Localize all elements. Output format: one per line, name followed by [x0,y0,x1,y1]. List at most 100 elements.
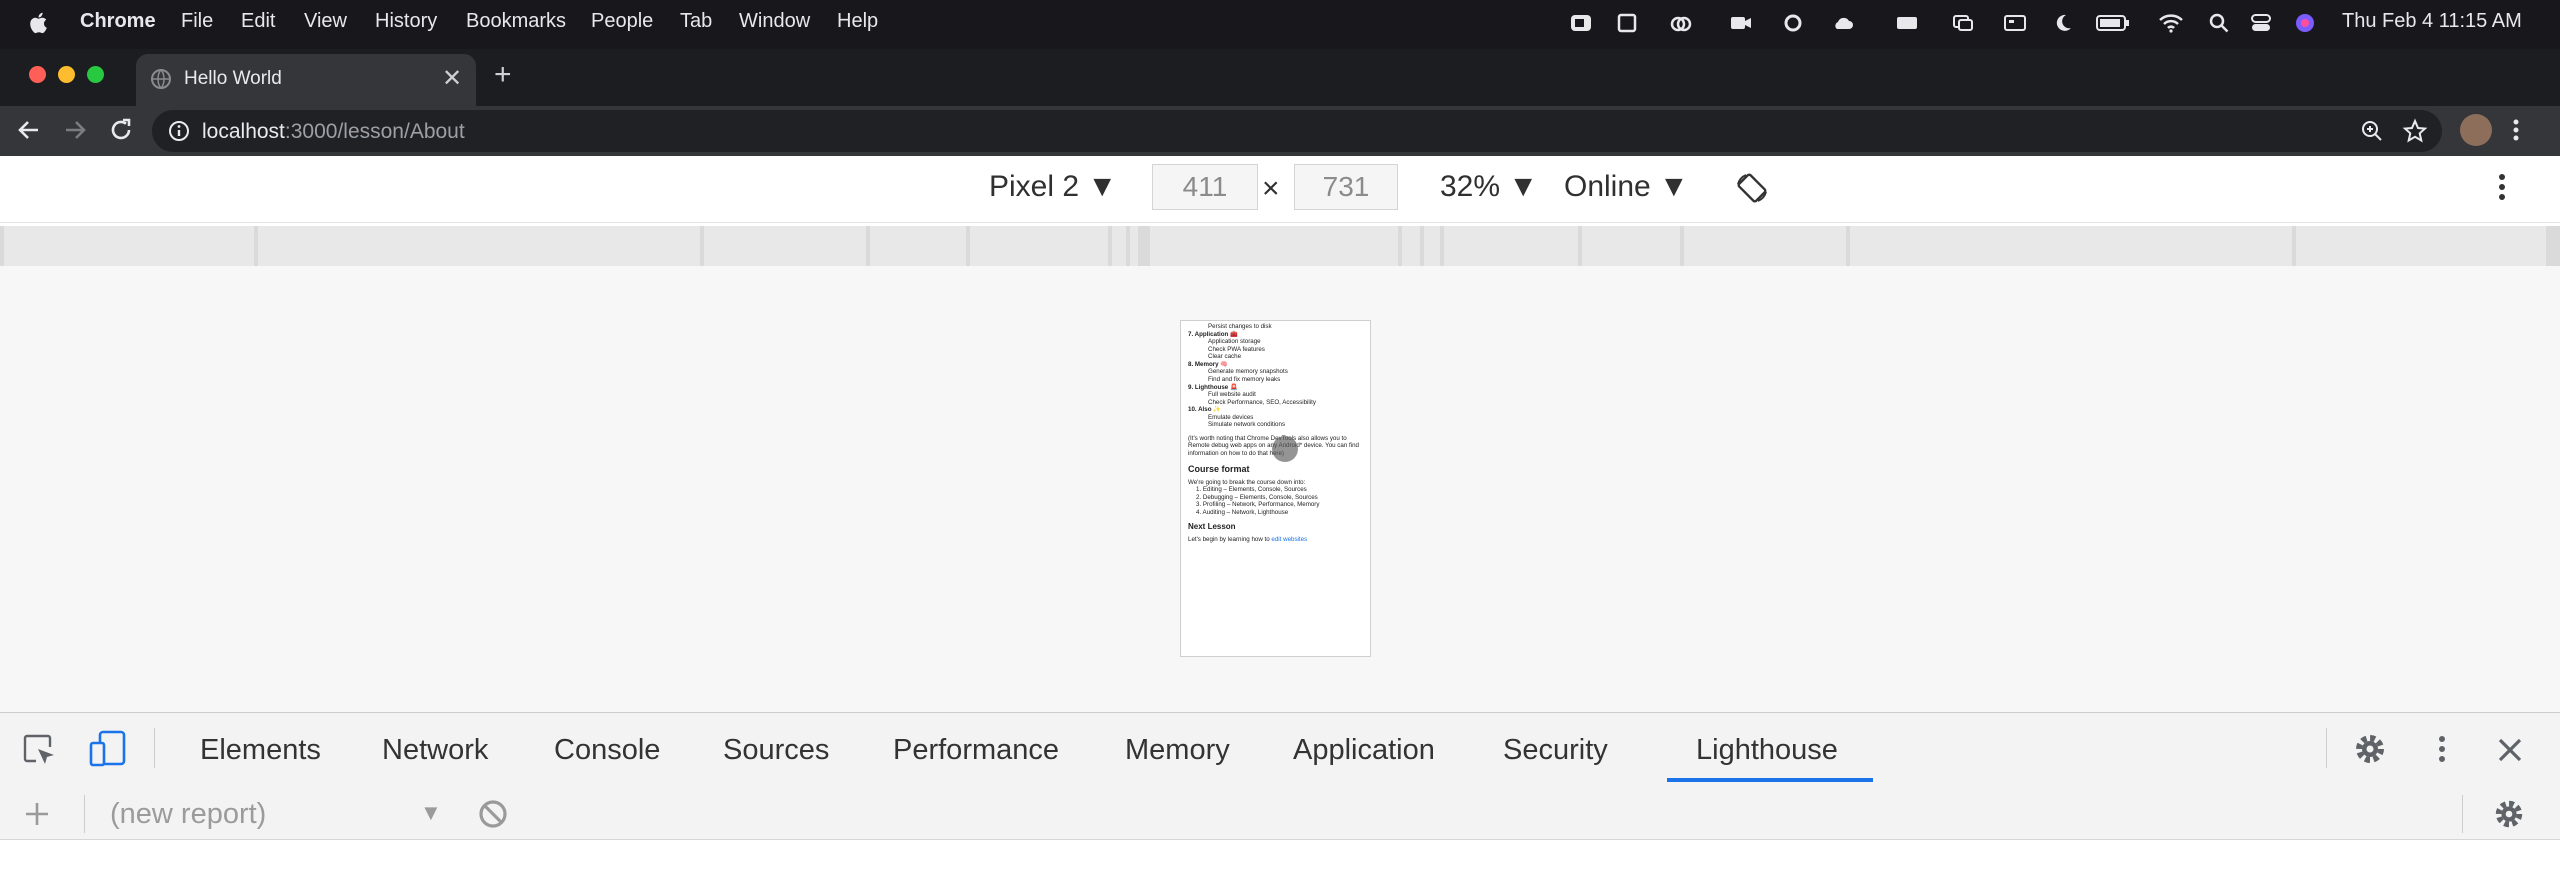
devtools-more-icon[interactable] [2436,732,2448,766]
spotlight-icon[interactable] [2208,12,2230,34]
inspect-element-icon[interactable] [22,733,58,769]
keyboard-icon[interactable] [1896,12,1918,34]
window-icon[interactable] [1616,12,1638,34]
media-query-segment[interactable] [1582,226,1680,266]
divider [84,795,85,833]
zoom-window-button[interactable] [87,66,104,83]
screens-icon[interactable] [1952,12,1974,34]
tab-performance[interactable]: Performance [893,734,1059,767]
zoom-in-icon[interactable] [2360,119,2384,143]
forward-arrow-icon[interactable] [62,117,88,143]
media-query-segment[interactable] [1850,226,2292,266]
close-window-button[interactable] [29,66,46,83]
bookmark-star-icon[interactable] [2402,118,2428,144]
siri-icon[interactable] [2294,12,2316,34]
width-input[interactable]: 411 [1152,164,1258,210]
media-query-segment[interactable] [870,226,966,266]
report-dropdown-arrow[interactable]: ▼ [420,800,442,826]
media-query-bar[interactable] [0,226,2560,266]
zoom-select[interactable]: 32% ▼ [1440,170,1538,204]
minimize-window-button[interactable] [58,66,75,83]
address-bar[interactable]: localhost:3000/lesson/About [152,110,2442,152]
height-input[interactable]: 731 [1294,164,1398,210]
tab-network[interactable]: Network [382,734,488,767]
tab-application[interactable]: Application [1293,734,1435,767]
media-query-segment[interactable] [970,226,1108,266]
menu-history[interactable]: History [375,10,437,33]
clock[interactable]: Thu Feb 4 11:15 AM [2342,10,2522,33]
lesson-subitem: Simulate network conditions [1208,421,1286,429]
lesson-subitem: Full website audit [1208,391,1256,399]
lighthouse-settings-gear-icon[interactable] [2492,797,2526,831]
close-devtools-icon[interactable] [2496,736,2524,764]
tab-console[interactable]: Console [554,734,660,767]
reload-icon[interactable] [108,117,134,143]
battery-icon[interactable] [2096,12,2130,34]
divider [154,728,155,768]
wifi-icon[interactable] [2158,12,2184,34]
media-query-segment[interactable] [1130,226,1138,266]
device-toolbar-toggle-icon[interactable] [88,729,128,769]
device-toolbar-more-icon[interactable] [2496,170,2508,204]
back-arrow-icon[interactable] [16,117,42,143]
device-toolbar [0,156,2560,223]
menu-app-name[interactable]: Chrome [80,10,156,33]
tab-lighthouse[interactable]: Lighthouse [1696,734,1838,767]
lesson-subitem: Check PWA features [1208,345,1265,353]
menu-help[interactable]: Help [837,10,878,33]
rotate-icon[interactable] [1734,170,1770,206]
menu-edit[interactable]: Edit [241,10,275,33]
url-path: :3000/lesson/About [284,120,465,143]
cloud-icon[interactable] [1832,12,1854,34]
apple-icon[interactable] [28,11,48,35]
lighthouse-toolbar [0,783,2560,840]
url[interactable]: localhost:3000/lesson/About [202,120,465,144]
creative-cloud-icon[interactable] [1670,12,1692,34]
profile-avatar[interactable] [2460,114,2492,146]
clear-block-icon[interactable] [478,799,508,829]
menu-window[interactable]: Window [739,10,810,33]
report-select[interactable]: (new report) [110,798,266,831]
add-report-icon[interactable] [24,801,50,827]
zoom-icon[interactable] [1570,12,1592,34]
device-screen[interactable]: Persist changes to disk 7. Application 🧰 A… [1180,320,1371,657]
control-center-icon[interactable] [2250,12,2272,34]
network-value: Online [1564,170,1651,203]
media-query-segment[interactable] [1112,226,1126,266]
moon-icon[interactable] [2052,12,2074,34]
media-query-segment[interactable] [1150,226,1398,266]
tab-security[interactable]: Security [1503,734,1608,767]
menu-people[interactable]: People [591,10,653,33]
media-query-segment[interactable] [258,226,700,266]
display-icon[interactable] [2004,12,2026,34]
tab-memory[interactable]: Memory [1125,734,1230,767]
info-icon[interactable] [168,120,190,142]
menu-view[interactable]: View [304,10,347,33]
media-query-segment[interactable] [1402,226,1420,266]
browser-tab[interactable]: Hello World ✕ [136,54,476,106]
network-throttle-select[interactable]: Online ▼ [1564,170,1689,204]
media-query-segment[interactable] [2296,226,2546,266]
menu-file[interactable]: File [181,10,213,33]
divider [2326,728,2327,768]
media-query-segment[interactable] [704,226,866,266]
lesson-section-title: 9. Lighthouse 🚨 [1188,383,1238,391]
media-query-segment[interactable] [4,226,254,266]
tab-sources[interactable]: Sources [723,734,829,767]
new-tab-button[interactable]: + [494,58,512,92]
sync-icon[interactable] [1782,12,1804,34]
menu-bookmarks[interactable]: Bookmarks [466,10,566,33]
media-query-segment[interactable] [1684,226,1846,266]
settings-gear-icon[interactable] [2352,731,2388,767]
close-tab-icon[interactable]: ✕ [442,64,462,93]
media-query-segment[interactable] [1424,226,1440,266]
tab-elements[interactable]: Elements [200,734,321,767]
url-host: localhost [202,120,285,143]
camera-icon[interactable] [1730,12,1752,34]
device-select[interactable]: Pixel 2 ▼ [989,170,1117,204]
edit-websites-link[interactable]: edit websites [1271,536,1307,543]
menu-tab[interactable]: Tab [680,10,712,33]
lesson-section-title: 8. Memory 🧠 [1188,360,1229,368]
chrome-menu-icon[interactable] [2510,115,2522,145]
media-query-segment[interactable] [1444,226,1578,266]
